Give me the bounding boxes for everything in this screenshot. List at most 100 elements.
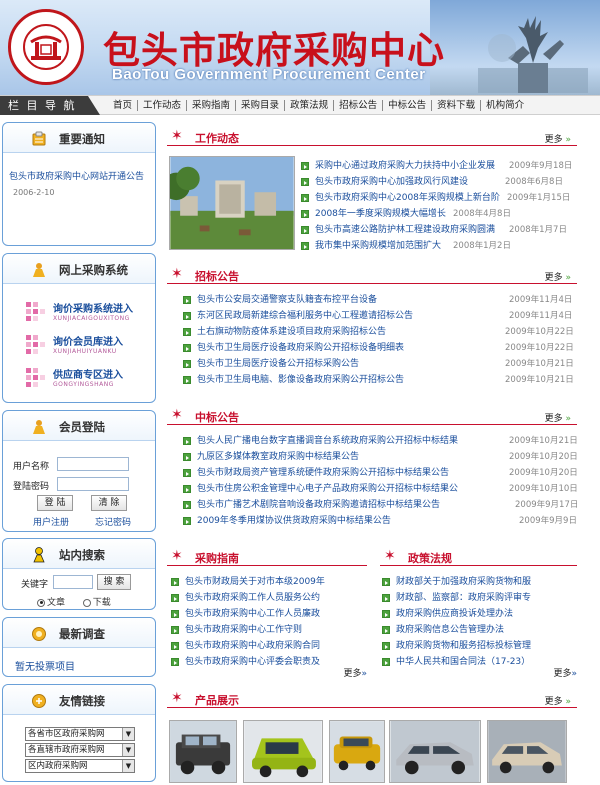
- nav-item-about[interactable]: 机构简介: [481, 96, 529, 115]
- list-item[interactable]: 包头市卫生局医疗设备政府采购公开招标设备明细表 2009年10月22日: [183, 340, 577, 356]
- nav-item-tender[interactable]: 招标公告: [334, 96, 382, 115]
- inquiry-member-label[interactable]: 询价会员库进入: [53, 333, 123, 348]
- username-input[interactable]: [57, 457, 129, 471]
- login-button[interactable]: 登 陆: [37, 495, 73, 511]
- list-item[interactable]: 土右旗动物防疫体系建设项目政府采购招标公告 2009年10月22日: [183, 324, 577, 340]
- silver-sedan-photo[interactable]: [389, 720, 481, 783]
- nav-item-home[interactable]: 首页: [108, 96, 137, 115]
- municipality-links-select[interactable]: 各直辖市政府采购网 ▼: [25, 743, 135, 757]
- notice-item[interactable]: 包头市政府采购中心网站开通公告 2006-2-10: [9, 169, 151, 201]
- clear-button[interactable]: 清 除: [91, 495, 127, 511]
- yellow-car-photo[interactable]: [329, 720, 385, 783]
- list-item[interactable]: 2009年冬季用煤协议供货政府采购中标结果公告 2009年9月9日: [183, 513, 577, 529]
- bullet-arrow-icon: [183, 501, 191, 509]
- list-item[interactable]: 财政部、监察部：政府采购评审专: [382, 590, 577, 606]
- suv-photo[interactable]: [169, 720, 237, 783]
- list-item-title[interactable]: 2008年一季度采购规模大幅增长: [315, 206, 446, 222]
- list-item[interactable]: 包头市财政局资产管理系统硬件政府采购公开招标中标结果公告 2009年10月20日: [183, 465, 578, 481]
- list-item[interactable]: 包头市政府采购中心政府采购合同: [171, 638, 361, 654]
- list-item[interactable]: 财政部关于加强政府采购货物和服: [382, 574, 577, 590]
- list-item-title[interactable]: 九原区多媒体教室政府采购中标结果公告: [197, 449, 359, 465]
- notice-item-text[interactable]: 包头市政府采购中心网站开通公告: [9, 172, 144, 182]
- list-item-title[interactable]: 包头市政府采购中心工作守则: [185, 622, 302, 638]
- list-item[interactable]: 包头市住房公积金管理中心电子产品政府采购公开招标中标结果公 2009年10月10日: [183, 481, 578, 497]
- keyword-input[interactable]: [53, 575, 93, 589]
- list-item-title[interactable]: 包头人民广播电台数字直播调音台系统政府采购公开招标中标结果: [197, 433, 458, 449]
- list-item-title[interactable]: 包头市政府采购中心加强政风行风建设: [315, 174, 468, 190]
- list-item-title[interactable]: 包头市政府采购工作人员服务公约: [185, 590, 320, 606]
- nav-item-award[interactable]: 中标公告: [383, 96, 431, 115]
- nav-title: 栏 目 导 航: [0, 96, 100, 115]
- list-item[interactable]: 包头市政府采购工作人员服务公约: [171, 590, 361, 606]
- list-item-title[interactable]: 财政部关于加强政府采购货物和服: [396, 574, 531, 590]
- register-link[interactable]: 用户注册: [33, 515, 69, 528]
- list-item[interactable]: 政府采购货物和服务招标投标管理: [382, 638, 577, 654]
- products-more-link[interactable]: 更多 »: [545, 694, 571, 707]
- list-item[interactable]: 包头市政府采购中心工作守则: [171, 622, 361, 638]
- green-hatchback-photo[interactable]: [243, 720, 323, 783]
- list-item[interactable]: 政府采购供应商投诉处理办法: [382, 606, 577, 622]
- list-item-title[interactable]: 东河区民政局新建综合福利服务中心工程邀请招标公告: [197, 308, 413, 324]
- province-links-select[interactable]: 各省市区政府采购网 ▼: [25, 727, 135, 741]
- nav-item-policy[interactable]: 政策法规: [285, 96, 333, 115]
- region-links-select[interactable]: 区内政府采购网 ▼: [25, 759, 135, 773]
- list-item[interactable]: 东河区民政局新建综合福利服务中心工程邀请招标公告 2009年11月4日: [183, 308, 577, 324]
- bullet-arrow-icon: [301, 210, 309, 218]
- beige-sedan-photo[interactable]: [487, 720, 567, 783]
- list-item[interactable]: 包头市财政局关于对市本级2009年: [171, 574, 361, 590]
- list-item[interactable]: 政府采购信息公告管理办法: [382, 622, 577, 638]
- list-item-title[interactable]: 2009年冬季用煤协议供货政府采购中标结果公告: [197, 513, 391, 529]
- guide-more-link[interactable]: 更多»: [343, 666, 367, 679]
- list-item-title[interactable]: 包头市政府采购中心政府采购合同: [185, 638, 320, 654]
- list-item-title[interactable]: 包头市卫生局医疗设备公开招标采购公告: [197, 356, 359, 372]
- survey-title: 最新调查: [59, 627, 105, 641]
- radio-download[interactable]: [82, 598, 91, 607]
- password-input[interactable]: [57, 477, 129, 491]
- list-item-title[interactable]: 包头市高速公路防护林工程建设政府采购圆满: [315, 222, 495, 238]
- list-item[interactable]: 包头市高速公路防护林工程建设政府采购圆满 2008年1月7日: [301, 222, 577, 238]
- tender-more-link[interactable]: 更多 »: [545, 270, 571, 283]
- list-item-title[interactable]: 包头市财政局资产管理系统硬件政府采购公开招标中标结果公告: [197, 465, 449, 481]
- work-news-more-link[interactable]: 更多 »: [545, 132, 571, 145]
- list-item-title[interactable]: 包头市住房公积金管理中心电子产品政府采购公开招标中标结果公: [197, 481, 458, 497]
- nav-item-download[interactable]: 资料下载: [432, 96, 480, 115]
- list-item-title[interactable]: 政府采购供应商投诉处理办法: [396, 606, 513, 622]
- forgot-password-link[interactable]: 忘记密码: [95, 515, 131, 528]
- list-item-title[interactable]: 我市集中采购规模增加范围扩大: [315, 238, 441, 254]
- list-item[interactable]: 2008年一季度采购规模大幅增长 2008年4月8日: [301, 206, 577, 222]
- list-item-title[interactable]: 政府采购货物和服务招标投标管理: [396, 638, 531, 654]
- radio-article[interactable]: [37, 598, 45, 607]
- list-item[interactable]: 包头市广播艺术剧院音响设备政府采购邀请招标中标结果公告 2009年9月17日: [183, 497, 578, 513]
- list-item-title[interactable]: 包头市政府采购中心工作人员廉政: [185, 606, 320, 622]
- list-item[interactable]: 包头市卫生局电脑、影像设备政府采购公开招标公告 2009年10月21日: [183, 372, 577, 388]
- list-item-title[interactable]: 包头市财政局关于对市本级2009年: [185, 574, 325, 590]
- list-item[interactable]: 我市集中采购规模增加范围扩大 2008年1月2日: [301, 238, 577, 254]
- list-item-title[interactable]: 包头市卫生局医疗设备政府采购公开招标设备明细表: [197, 340, 404, 356]
- supplier-area-label[interactable]: 供应商专区进入: [53, 366, 123, 381]
- list-item-title[interactable]: 包头市广播艺术剧院音响设备政府采购邀请招标中标结果公告: [197, 497, 440, 513]
- list-item-title[interactable]: 财政部、监察部：政府采购评审专: [396, 590, 531, 606]
- procurement-center-logo[interactable]: [8, 9, 84, 85]
- nav-item-catalog[interactable]: 采购目录: [236, 96, 284, 115]
- list-item-title[interactable]: 包头市卫生局电脑、影像设备政府采购公开招标公告: [197, 372, 404, 388]
- list-item[interactable]: 包头市政府采购中心加强政风行风建设 2008年6月8日: [301, 174, 577, 190]
- list-item[interactable]: 包头市卫生局医疗设备公开招标采购公告 2009年10月21日: [183, 356, 577, 372]
- list-item[interactable]: 采购中心通过政府采购大力扶持中小企业发展 2009年9月18日: [301, 158, 577, 174]
- list-item[interactable]: 包头人民广播电台数字直播调音台系统政府采购公开招标中标结果 2009年10月21日: [183, 433, 578, 449]
- list-item[interactable]: 包头市政府采购中心2008年采购规模上新台阶 2009年1月15日: [301, 190, 577, 206]
- list-item[interactable]: 九原区多媒体教室政府采购中标结果公告 2009年10月20日: [183, 449, 578, 465]
- inquiry-system-label[interactable]: 询价采购系统进入: [53, 300, 133, 315]
- list-item-title[interactable]: 土右旗动物防疫体系建设项目政府采购招标公告: [197, 324, 386, 340]
- nav-item-guide[interactable]: 采购指南: [187, 96, 235, 115]
- list-item-title[interactable]: 采购中心通过政府采购大力扶持中小企业发展: [315, 158, 495, 174]
- list-item-title[interactable]: 政府采购信息公告管理办法: [396, 622, 504, 638]
- list-item[interactable]: 包头市政府采购中心工作人员廉政: [171, 606, 361, 622]
- government-building-photo[interactable]: [169, 156, 295, 250]
- award-more-link[interactable]: 更多 »: [545, 411, 571, 424]
- search-button[interactable]: 搜 索: [97, 574, 131, 590]
- policy-more-link[interactable]: 更多»: [553, 666, 577, 679]
- list-item-title[interactable]: 包头市公安局交通警察支队籍查布控平台设备: [197, 292, 377, 308]
- list-item[interactable]: 包头市公安局交通警察支队籍查布控平台设备 2009年11月4日: [183, 292, 577, 308]
- list-item-title[interactable]: 包头市政府采购中心2008年采购规模上新台阶: [315, 190, 500, 206]
- nav-item-work-news[interactable]: 工作动态: [138, 96, 186, 115]
